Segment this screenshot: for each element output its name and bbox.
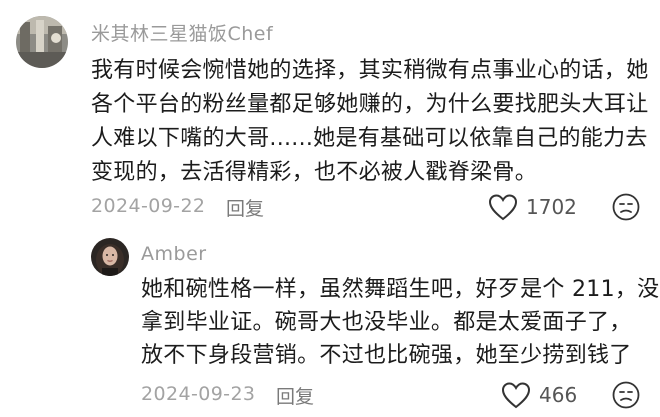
avatar[interactable] — [91, 238, 129, 276]
dislike-face-icon — [612, 193, 640, 221]
like-count: 466 — [539, 383, 578, 407]
comment-text-line: 她和碗性格一样，虽然舞蹈生吧，好歹是个 211，没 — [141, 277, 660, 302]
like-button[interactable]: 1702 — [488, 192, 577, 222]
comment-username[interactable]: 米其林三星猫饭Chef — [91, 19, 273, 46]
dislike-face-icon — [612, 381, 640, 409]
comment-date: 2024-09-23 — [141, 383, 256, 405]
comment-text-line: 拿到毕业证。碗哥大也没毕业。都是太爱面子了， — [141, 310, 632, 335]
comment-username[interactable]: Amber — [141, 243, 207, 265]
heart-outline-icon — [501, 381, 531, 408]
comment-text-line: 变现的，去活得精彩，也不必被人戳脊梁骨。 — [91, 160, 538, 185]
dislike-button[interactable] — [612, 193, 640, 221]
dislike-button[interactable] — [612, 381, 640, 409]
avatar-image-icon — [91, 238, 129, 276]
comment-text: 我有时候会惋惜她的选择，其实稍微有点事业心的话，她 各个平台的粉丝量都足够她赚的… — [91, 54, 649, 190]
comment-text-line: 放不下身段营销。不过也比碗强，她至少捞到钱了 — [141, 343, 632, 368]
comment-date: 2024-09-22 — [91, 195, 206, 217]
comment-text-line: 我有时候会惋惜她的选择，其实稍微有点事业心的话，她 — [91, 58, 649, 83]
avatar-image-icon — [16, 16, 68, 68]
reply-button[interactable]: 回复 — [276, 382, 314, 409]
heart-outline-icon — [488, 193, 518, 220]
comment-text-line: 各个平台的粉丝量都足够她赚的，为什么要找肥头大耳让 — [91, 92, 649, 117]
comment-text: 她和碗性格一样，虽然舞蹈生吧，好歹是个 211，没 拿到毕业证。碗哥大也没毕业。… — [141, 273, 660, 372]
comment-thread: 米其林三星猫饭Chef 我有时候会惋惜她的选择，其实稍微有点事业心的话，她 各个… — [0, 0, 660, 417]
comment-text-line: 人难以下嘴的大哥......她是有基础可以依靠自己的能力去 — [91, 126, 648, 151]
like-button[interactable]: 466 — [501, 380, 577, 410]
reply-button[interactable]: 回复 — [226, 194, 264, 221]
like-count: 1702 — [526, 195, 577, 219]
avatar[interactable] — [16, 16, 68, 68]
